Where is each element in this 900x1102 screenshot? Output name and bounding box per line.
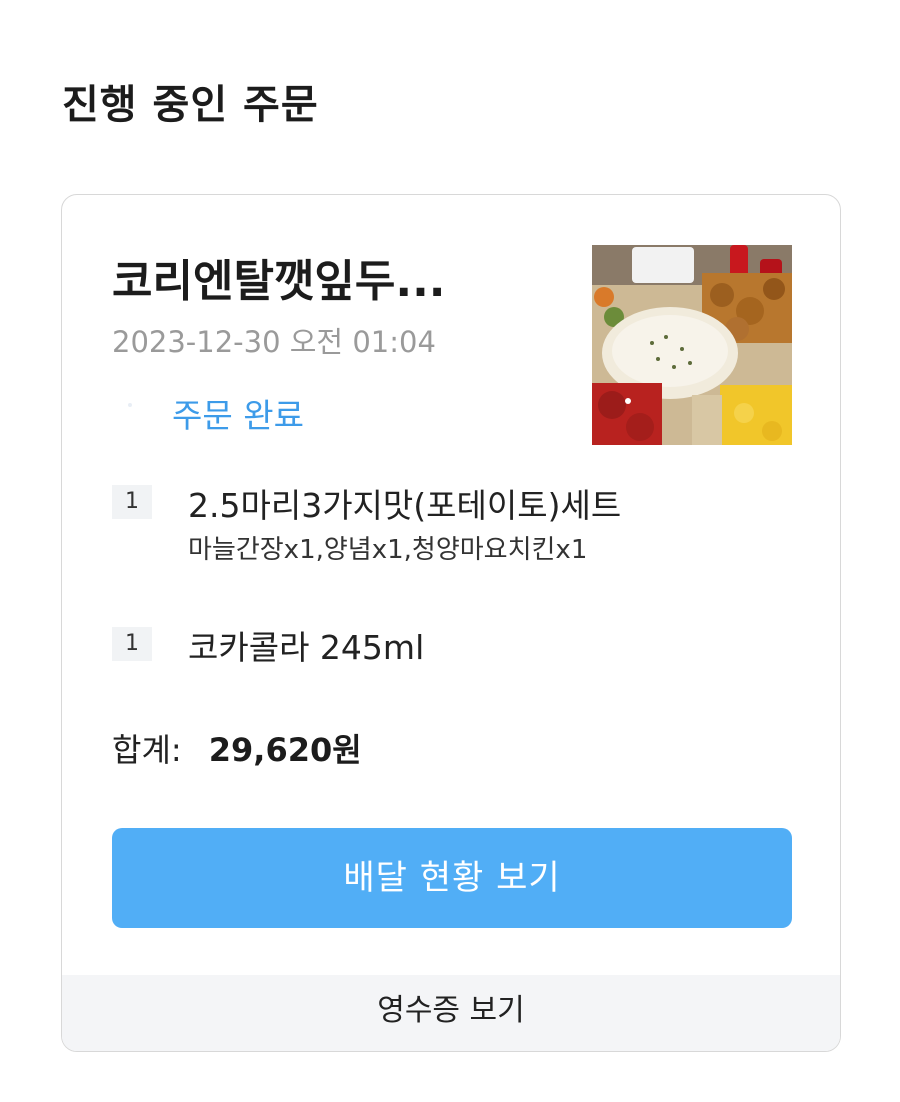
item-quantity: 1 [112,627,152,661]
order-page: 진행 중인 주문 코리엔탈깻잎두... 2023-12-30 오전 01:04 … [0,0,900,1102]
order-card[interactable]: 코리엔탈깻잎두... 2023-12-30 오전 01:04 주문 완료 1 2… [61,194,841,1052]
total-label: 합계: [112,731,182,769]
item-options: 마늘간장x1,양념x1,청양마요치킨x1 [188,535,588,565]
section-title: 진행 중인 주문 [62,82,319,128]
item-quantity: 1 [112,485,152,519]
total-value: 29,620원 [208,731,362,769]
store-name: 코리엔탈깻잎두... [112,256,446,307]
order-status: 주문 완료 [172,396,304,435]
item-name: 코카콜라 245ml [188,628,425,667]
view-receipt-button[interactable]: 영수증 보기 [62,975,840,1051]
order-total: 합계: 29,620원 [112,725,362,771]
item-name: 2.5마리3가지맛(포테이토)세트 [188,486,622,525]
order-date: 2023-12-30 오전 01:04 [112,325,436,359]
track-delivery-button[interactable]: 배달 현황 보기 [112,828,792,928]
status-dot-icon [128,403,132,407]
order-thumbnail-image [592,245,792,445]
chicken-set-photo-icon [592,245,792,445]
